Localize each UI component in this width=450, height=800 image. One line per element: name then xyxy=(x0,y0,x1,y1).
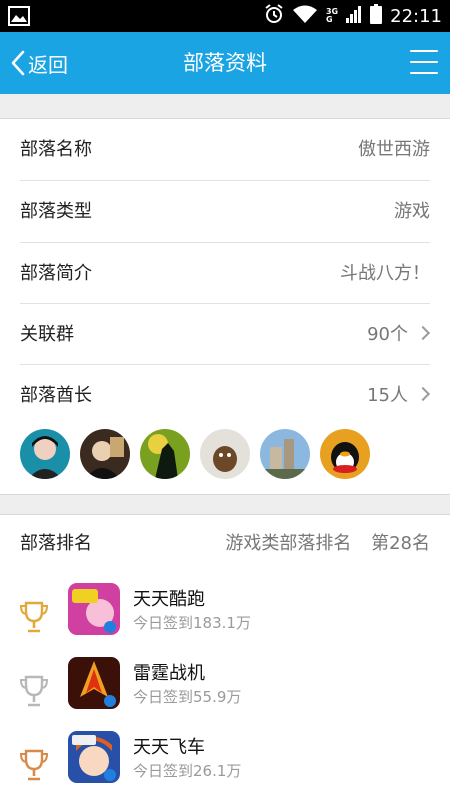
ranking-info: 游戏类部落排名 第28名 xyxy=(225,515,430,573)
chevron-right-icon xyxy=(415,325,431,341)
avatar[interactable] xyxy=(320,429,370,479)
nav-bar: 返回 部落资料 xyxy=(0,32,450,94)
row-tribe-type: 部落类型 游戏 xyxy=(0,181,450,242)
status-bar: 3G G 22:11 xyxy=(0,0,450,32)
game-icon xyxy=(68,731,120,783)
network-type: 3G G xyxy=(326,8,338,24)
game-icon xyxy=(68,583,120,635)
game-stat: 今日签到183.1万 xyxy=(133,614,251,632)
row-label: 部落名称 xyxy=(20,139,92,160)
battery-icon xyxy=(370,4,383,28)
avatar[interactable] xyxy=(140,429,190,479)
hamburger-icon-line xyxy=(410,50,438,52)
game-icon xyxy=(68,657,120,709)
row-chiefs[interactable]: 部落酋长 15人 xyxy=(0,365,450,426)
row-value: 游戏 xyxy=(394,201,430,222)
network-type-bottom: G xyxy=(325,15,333,24)
menu-button[interactable] xyxy=(410,50,438,76)
back-label: 返回 xyxy=(28,52,68,77)
game-name: 天天飞车 xyxy=(133,737,205,758)
avatar[interactable] xyxy=(260,429,310,479)
row-label: 部落酋长 xyxy=(20,385,92,406)
back-button[interactable]: 返回 xyxy=(10,32,68,94)
game-name: 雷霆战机 xyxy=(133,663,205,684)
row-label: 部落简介 xyxy=(20,263,92,284)
avatar[interactable] xyxy=(200,429,250,479)
game-item-2[interactable]: 雷霆战机 今日签到55.9万 xyxy=(0,657,450,731)
row-value: 傲世西游 xyxy=(358,139,430,160)
avatar[interactable] xyxy=(80,429,130,479)
game-item-3[interactable]: 天天飞车 今日签到26.1万 xyxy=(0,731,450,800)
wifi-icon xyxy=(292,4,318,28)
clock: 22:11 xyxy=(390,5,442,27)
trophy-icon xyxy=(20,601,48,633)
row-label: 部落类型 xyxy=(20,201,92,222)
hamburger-icon-line xyxy=(410,72,438,74)
tribe-info-section: 部落名称 傲世西游 部落类型 游戏 部落简介 斗战八方！ 关联群 90个 部落酋… xyxy=(0,118,450,495)
row-tribe-name: 部落名称 傲世西游 xyxy=(0,119,450,180)
game-stat: 今日签到55.9万 xyxy=(133,688,242,706)
row-value: 斗战八方！ xyxy=(340,263,430,284)
game-name: 天天酷跑 xyxy=(133,589,205,610)
chevron-left-icon xyxy=(11,50,25,76)
gallery-notification-icon xyxy=(8,6,30,30)
row-value: 15人 xyxy=(367,385,408,406)
row-label: 关联群 xyxy=(20,324,74,345)
alarm-icon xyxy=(264,4,284,28)
ranking-header: 部落排名 游戏类部落排名 第28名 xyxy=(0,515,450,573)
tribe-ranking-section: 部落排名 游戏类部落排名 第28名 天天酷跑 今日签到183.1万 雷霆战机 今… xyxy=(0,514,450,800)
game-item-1[interactable]: 天天酷跑 今日签到183.1万 xyxy=(0,583,450,657)
trophy-icon xyxy=(20,749,48,781)
row-tribe-intro: 部落简介 斗战八方！ xyxy=(0,243,450,304)
hamburger-icon-line xyxy=(410,61,438,63)
row-linked-groups[interactable]: 关联群 90个 xyxy=(0,304,450,365)
game-stat: 今日签到26.1万 xyxy=(133,762,242,780)
ranking-label: 部落排名 xyxy=(20,533,92,554)
ranking-position: 第28名 xyxy=(371,533,430,554)
row-value: 90个 xyxy=(367,324,408,345)
avatar[interactable] xyxy=(20,429,70,479)
ranking-category: 游戏类部落排名 xyxy=(225,533,352,554)
chevron-right-icon xyxy=(415,386,431,402)
trophy-icon xyxy=(20,675,48,707)
signal-icon xyxy=(346,5,362,27)
